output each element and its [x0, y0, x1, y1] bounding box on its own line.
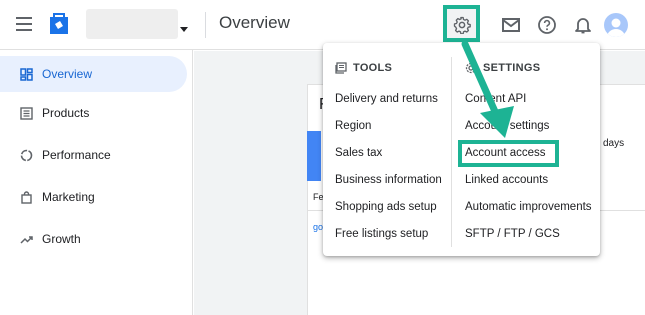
card-link[interactable]: go — [313, 222, 323, 232]
menu-item-shopping-ads-setup[interactable]: Shopping ads setup — [335, 201, 437, 213]
tools-icon — [335, 62, 347, 74]
menu-item-account-settings[interactable]: Account settings — [465, 120, 549, 132]
bag-icon — [19, 190, 33, 204]
menu-item-automatic-improvements[interactable]: Automatic improvements — [465, 201, 592, 213]
sidebar-item-overview[interactable]: Overview — [0, 56, 187, 92]
menu-divider — [451, 57, 452, 247]
gear-icon[interactable] — [451, 14, 473, 36]
settings-icon — [465, 62, 477, 74]
chevron-down-icon[interactable] — [180, 27, 188, 32]
page-title: Overview — [219, 13, 290, 32]
header-divider — [205, 12, 206, 38]
menu-item-sftp-ftp-gcs[interactable]: SFTP / FTP / GCS — [465, 228, 560, 240]
tools-heading: TOOLS — [335, 62, 392, 74]
dashboard-icon — [19, 67, 33, 81]
card-text: Fe — [313, 192, 324, 202]
account-selector[interactable] — [86, 9, 178, 39]
list-icon — [19, 106, 33, 120]
sidebar-item-label: Growth — [42, 232, 81, 246]
card-metric-tile[interactable] — [307, 131, 321, 181]
card-days-text: days — [603, 138, 625, 149]
settings-heading: SETTINGS — [465, 62, 540, 74]
menu-item-content-api[interactable]: Content API — [465, 93, 526, 105]
sidebar-item-products[interactable]: Products — [0, 95, 187, 131]
menu-item-business-information[interactable]: Business information — [335, 174, 442, 186]
mail-icon[interactable] — [500, 14, 522, 36]
avatar[interactable] — [604, 13, 628, 37]
menu-item-sales-tax[interactable]: Sales tax — [335, 147, 382, 159]
merchant-center-logo[interactable] — [48, 12, 70, 36]
menu-item-account-access[interactable]: Account access — [465, 147, 546, 159]
trend-icon — [19, 232, 33, 246]
notifications-icon[interactable] — [572, 14, 594, 36]
hamburger-menu-icon[interactable] — [16, 17, 32, 31]
sidebar-item-label: Overview — [42, 67, 93, 81]
sidebar-item-marketing[interactable]: Marketing — [0, 179, 187, 215]
menu-item-region[interactable]: Region — [335, 120, 371, 132]
sidebar: Overview Products Performance Marketing … — [0, 50, 193, 315]
menu-item-linked-accounts[interactable]: Linked accounts — [465, 174, 548, 186]
settings-heading-label: SETTINGS — [483, 62, 541, 74]
donut-icon — [19, 148, 33, 162]
menu-item-free-listings-setup[interactable]: Free listings setup — [335, 228, 428, 240]
tools-heading-label: TOOLS — [353, 62, 393, 74]
help-icon[interactable] — [536, 14, 558, 36]
sidebar-item-label: Marketing — [42, 190, 95, 204]
sidebar-item-label: Performance — [42, 148, 111, 162]
menu-item-delivery-and-returns[interactable]: Delivery and returns — [335, 93, 438, 105]
sidebar-item-growth[interactable]: Growth — [0, 221, 187, 257]
sidebar-item-performance[interactable]: Performance — [0, 137, 187, 173]
sidebar-item-label: Products — [42, 106, 90, 120]
